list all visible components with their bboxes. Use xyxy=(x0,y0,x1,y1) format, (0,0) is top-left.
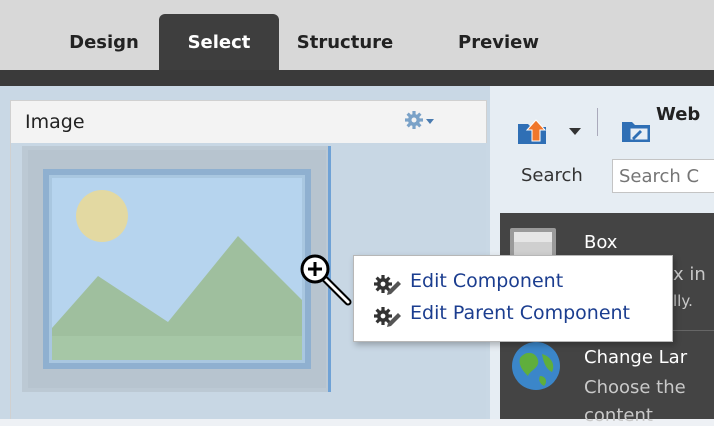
tab-design[interactable]: Design xyxy=(60,14,148,70)
upload-folder-icon[interactable] xyxy=(516,116,556,146)
list-item-title[interactable]: Change Lar xyxy=(584,347,687,368)
tab-select[interactable]: Select xyxy=(159,14,279,70)
component-title: Image xyxy=(25,111,85,133)
zoom-cursor-icon xyxy=(300,254,352,306)
chevron-down-icon[interactable] xyxy=(566,124,584,138)
search-input[interactable] xyxy=(612,159,714,193)
edit-component-menu-item[interactable]: Edit Component xyxy=(368,267,668,297)
edit-component-label[interactable]: Edit Component xyxy=(410,270,563,292)
image-placeholder-icon xyxy=(28,150,326,388)
tab-structure[interactable]: Structure xyxy=(290,14,400,70)
globe-icon xyxy=(512,342,560,390)
web-folder-icon[interactable] xyxy=(620,116,654,144)
web-label[interactable]: Web xyxy=(656,104,700,125)
list-item-desc: x in xyxy=(673,264,706,285)
list-item-desc: lly. xyxy=(673,292,693,310)
edit-parent-component-menu-item[interactable]: Edit Parent Component xyxy=(368,299,668,329)
tab-bar: Design Select Structure Preview xyxy=(0,0,714,70)
toolbar-separator xyxy=(597,108,598,136)
list-item-desc: content xyxy=(584,405,653,426)
gear-dropdown-icon xyxy=(405,111,434,129)
context-menu: Edit Component Edit Parent Component xyxy=(353,255,673,342)
edit-parent-component-label[interactable]: Edit Parent Component xyxy=(410,302,630,324)
gear-edit-icon xyxy=(374,307,401,327)
list-item-desc: Choose the xyxy=(584,377,686,398)
tab-underline-bar xyxy=(0,70,714,86)
list-item-title[interactable]: Box xyxy=(584,232,617,253)
gear-edit-icon xyxy=(374,275,401,295)
image-component-header: Image xyxy=(10,100,487,143)
component-menu-button[interactable] xyxy=(404,107,440,133)
search-label: Search xyxy=(521,165,583,186)
tab-preview[interactable]: Preview xyxy=(458,14,558,70)
